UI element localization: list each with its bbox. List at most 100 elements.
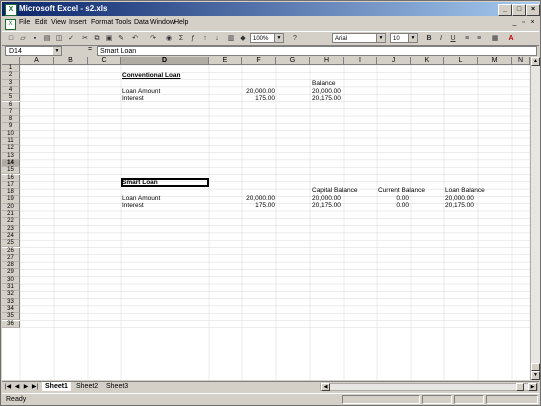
drawing-icon[interactable]: ◆ <box>238 34 248 43</box>
row-header-29[interactable]: 29 <box>2 269 20 277</box>
borders-icon[interactable]: ▦ <box>490 34 500 43</box>
redo-icon[interactable]: ↷ <box>148 34 158 43</box>
row-header-3[interactable]: 3 <box>2 79 20 87</box>
print-preview-icon[interactable]: ◫ <box>54 34 64 43</box>
column-header-k[interactable]: K <box>411 57 444 65</box>
column-header-j[interactable]: J <box>377 57 411 65</box>
font-color-icon[interactable]: A <box>506 34 516 43</box>
worksheet-grid[interactable]: ABCDEFGHIJKLMN 1 2 3 4 5 6 7 8 9 10 11 12 13 14 15 16 17… <box>2 57 530 380</box>
menu-format[interactable]: Format <box>91 19 113 26</box>
row-header-35[interactable]: 35 <box>2 313 20 321</box>
cell-d5[interactable]: Interest <box>122 95 144 102</box>
menu-view[interactable]: View <box>51 19 66 26</box>
scroll-right-icon[interactable]: ▶ <box>528 383 537 391</box>
row-header-10[interactable]: 10 <box>2 130 20 138</box>
horizontal-scrollbar[interactable]: ◀ ▶ <box>320 383 538 391</box>
row-header-11[interactable]: 11 <box>2 138 20 146</box>
open-icon[interactable]: ▱ <box>18 34 28 43</box>
menu-edit[interactable]: Edit <box>35 19 47 26</box>
h-scroll-thumb[interactable] <box>516 383 524 391</box>
cell-d17[interactable]: Interest <box>122 202 144 209</box>
row-header-22[interactable]: 22 <box>2 218 20 226</box>
menu-tools[interactable]: Tools <box>115 19 131 26</box>
save-icon[interactable]: ▪ <box>30 34 40 43</box>
row-header-25[interactable]: 25 <box>2 240 20 248</box>
row-header-24[interactable]: 24 <box>2 232 20 241</box>
cell-f16[interactable]: 20,000.00 <box>242 195 275 202</box>
cell-j16[interactable]: 0.00 <box>378 195 409 202</box>
cell-f5[interactable]: 175.00 <box>242 95 275 102</box>
row-header-14[interactable]: 14 <box>2 159 20 168</box>
doc-restore-icon[interactable]: ▫ <box>519 19 528 26</box>
column-header-c[interactable]: C <box>88 57 121 65</box>
formula-input[interactable]: Smart Loan <box>97 46 537 56</box>
row-header-19[interactable]: 19 <box>2 196 20 204</box>
cell-j15[interactable]: Current Balance <box>378 187 425 194</box>
column-header-h[interactable]: H <box>310 57 344 65</box>
row-header-32[interactable]: 32 <box>2 291 20 299</box>
cell-h5[interactable]: 20,175.00 <box>312 95 341 102</box>
menu-help[interactable]: Help <box>174 19 188 26</box>
tab-sheet1[interactable]: Sheet1 <box>42 382 71 391</box>
maximize-button[interactable]: □ <box>512 4 526 16</box>
last-sheet-icon[interactable]: ▶| <box>31 383 39 391</box>
zoom-combo[interactable]: 100% ▼ <box>250 33 284 43</box>
name-box[interactable]: D14 ▼ <box>5 46 62 56</box>
row-header-5[interactable]: 5 <box>2 94 20 102</box>
align-center-icon[interactable]: ≡ <box>474 34 484 43</box>
bold-icon[interactable]: B <box>424 34 434 43</box>
minimize-button[interactable]: _ <box>498 4 512 16</box>
column-header-m[interactable]: M <box>478 57 512 65</box>
row-header-12[interactable]: 12 <box>2 145 20 153</box>
prev-sheet-icon[interactable]: ◀ <box>13 383 21 391</box>
row-header-27[interactable]: 27 <box>2 254 20 263</box>
row-header-30[interactable]: 30 <box>2 276 20 284</box>
cell-f17[interactable]: 175.00 <box>242 202 275 209</box>
cell-h3[interactable]: Balance <box>312 80 336 87</box>
column-header-e[interactable]: E <box>209 57 242 65</box>
scroll-up-icon[interactable]: ▲ <box>531 57 540 66</box>
row-header-34[interactable]: 34 <box>2 305 20 314</box>
print-icon[interactable]: ▤ <box>42 34 52 43</box>
column-header-d[interactable]: D <box>121 57 209 65</box>
row-header-2[interactable]: 2 <box>2 72 20 80</box>
font-size-combo[interactable]: 10 ▼ <box>390 33 418 43</box>
workbook-icon[interactable]: X <box>5 19 16 30</box>
function-icon[interactable]: ƒ <box>188 34 198 43</box>
column-header-g[interactable]: G <box>276 57 310 65</box>
row-header-21[interactable]: 21 <box>2 211 20 219</box>
help-icon[interactable]: ? <box>290 34 300 43</box>
row-header-28[interactable]: 28 <box>2 262 20 270</box>
scroll-down-icon[interactable]: ▼ <box>531 371 540 380</box>
menu-file[interactable]: File <box>19 19 30 26</box>
cut-icon[interactable]: ✂ <box>80 34 90 43</box>
align-left-icon[interactable]: ≡ <box>462 34 472 43</box>
row-header-23[interactable]: 23 <box>2 225 20 233</box>
column-header-i[interactable]: I <box>344 57 377 65</box>
sort-descending-icon[interactable]: ↓ <box>212 34 222 43</box>
tab-sheet2[interactable]: Sheet2 <box>73 382 101 391</box>
copy-icon[interactable]: ⧉ <box>92 34 102 43</box>
sort-ascending-icon[interactable]: ↑ <box>200 34 210 43</box>
select-all-corner[interactable] <box>2 57 20 65</box>
doc-minimize-icon[interactable]: _ <box>510 19 519 26</box>
row-header-18[interactable]: 18 <box>2 189 20 197</box>
autosum-icon[interactable]: Σ <box>176 34 186 43</box>
hyperlink-icon[interactable]: ◉ <box>164 34 174 43</box>
cell-d16[interactable]: Loan Amount <box>122 195 160 202</box>
cell-d2[interactable]: Conventional Loan <box>122 72 181 79</box>
cell-d4[interactable]: Loan Amount <box>122 88 160 95</box>
row-header-4[interactable]: 4 <box>2 86 20 95</box>
cell-h15[interactable]: Capital Balance <box>312 187 358 194</box>
cell-h4[interactable]: 20,000.00 <box>312 88 341 95</box>
cell-h16[interactable]: 20,000.00 <box>312 195 341 202</box>
vertical-scrollbar[interactable]: ▲ ▼ <box>530 57 540 380</box>
row-header-33[interactable]: 33 <box>2 298 20 306</box>
cell-l15[interactable]: Loan Balance <box>445 187 485 194</box>
column-header-a[interactable]: A <box>20 57 54 65</box>
undo-icon[interactable]: ↶ <box>130 34 140 43</box>
row-header-1[interactable]: 1 <box>2 65 20 73</box>
format-painter-icon[interactable]: ✎ <box>116 34 126 43</box>
row-header-15[interactable]: 15 <box>2 167 20 175</box>
menu-insert[interactable]: Insert <box>69 19 87 26</box>
